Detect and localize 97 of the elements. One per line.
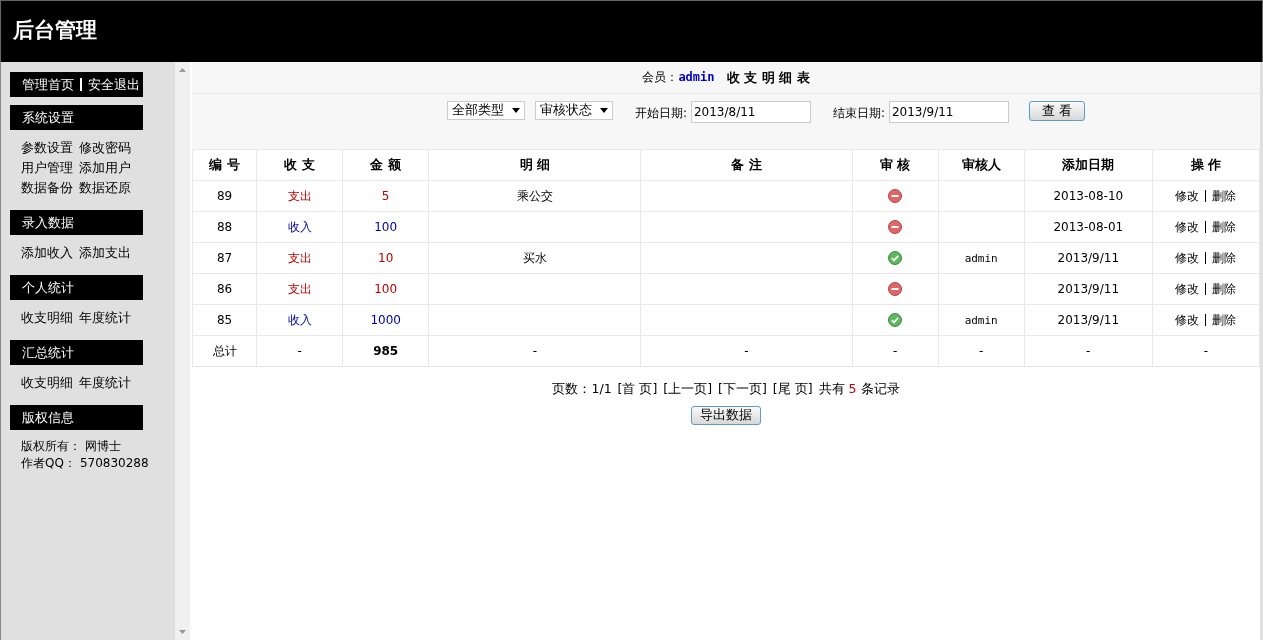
sidebar-link[interactable]: 添加收入 bbox=[21, 243, 73, 263]
table-cell: 支出 bbox=[256, 273, 343, 305]
delete-link[interactable]: 删除 bbox=[1212, 188, 1237, 203]
column-header: 备 注 bbox=[640, 149, 853, 181]
column-header: 金 额 bbox=[342, 149, 429, 181]
edit-link[interactable]: 修改 bbox=[1175, 312, 1200, 327]
view-button[interactable]: 查 看 bbox=[1028, 101, 1086, 121]
sidebar-link[interactable]: 参数设置 bbox=[21, 138, 73, 158]
scroll-down-icon[interactable] bbox=[179, 630, 187, 634]
table-cell: 100 bbox=[342, 273, 429, 305]
sidebar-link[interactable]: 数据还原 bbox=[79, 178, 131, 198]
sidebar-link[interactable]: 数据备份 bbox=[21, 178, 73, 198]
table-cell: - bbox=[1024, 335, 1153, 367]
info-label: 版权所有： bbox=[21, 438, 81, 455]
column-header: 审 核 bbox=[852, 149, 939, 181]
table-cell: 100 bbox=[342, 211, 429, 243]
table-cell: 2013/9/11 bbox=[1024, 242, 1153, 274]
pager-link[interactable]: [下一页] bbox=[718, 381, 767, 398]
sidebar-link[interactable]: 安全退出 bbox=[88, 75, 140, 94]
table-cell: admin bbox=[938, 242, 1025, 274]
edit-link[interactable]: 修改 bbox=[1175, 250, 1200, 265]
member-name: admin bbox=[678, 70, 715, 84]
column-header: 明 细 bbox=[428, 149, 641, 181]
scroll-up-icon[interactable] bbox=[179, 68, 187, 72]
sidebar-link[interactable]: 管理首页 bbox=[22, 75, 74, 94]
table-cell: 2013/9/11 bbox=[1024, 273, 1153, 305]
info-value: 570830288 bbox=[79, 455, 149, 472]
table-cell: - bbox=[428, 335, 641, 367]
column-header: 收 支 bbox=[256, 149, 343, 181]
column-header: 操 作 bbox=[1152, 149, 1260, 181]
record-count: 共有 5 条记录 bbox=[818, 381, 900, 398]
sidebar-link[interactable]: 添加用户 bbox=[79, 158, 131, 178]
edit-link[interactable]: 修改 bbox=[1175, 219, 1200, 234]
pager-link[interactable]: [上一页] bbox=[663, 381, 713, 398]
table-cell: 85 bbox=[192, 304, 257, 336]
sidebar-link[interactable]: 添加支出 bbox=[79, 243, 131, 263]
caret-icon bbox=[511, 108, 520, 113]
pager-link[interactable]: [首 页] bbox=[617, 381, 658, 398]
table-cell: 87 bbox=[192, 242, 257, 274]
table-cell: 86 bbox=[192, 273, 257, 305]
page-info: 页数：1/1 bbox=[552, 381, 612, 398]
export-button[interactable]: 导出数据 bbox=[691, 406, 761, 425]
table-cell: 89 bbox=[192, 180, 257, 212]
delete-link[interactable]: 删除 bbox=[1212, 281, 1237, 296]
table-cell: 1000 bbox=[342, 304, 429, 336]
section-header: 汇总统计 bbox=[10, 340, 143, 365]
sidebar-link[interactable]: 年度统计 bbox=[79, 373, 131, 393]
field-label: 结束日期: bbox=[832, 105, 885, 122]
table-cell: 收入 bbox=[256, 211, 343, 243]
table-cell: admin bbox=[938, 304, 1025, 336]
start-date-field[interactable]: 2013/8/11 bbox=[690, 101, 811, 123]
table-cell: 乘公交 bbox=[428, 180, 641, 212]
member-label: 会员： bbox=[642, 70, 679, 84]
pager-link[interactable]: [尾 页] bbox=[772, 381, 813, 398]
info-label: 作者QQ： bbox=[21, 455, 76, 472]
report-title: 收 支 明 细 表 bbox=[726, 68, 810, 87]
delete-link[interactable]: 删除 bbox=[1212, 219, 1237, 234]
delete-link[interactable]: 删除 bbox=[1212, 250, 1237, 265]
table-cell: 88 bbox=[192, 211, 257, 243]
column-header: 添加日期 bbox=[1024, 149, 1153, 181]
column-header: 审核人 bbox=[938, 149, 1025, 181]
edit-link[interactable]: 修改 bbox=[1175, 188, 1200, 203]
table-cell: 5 bbox=[342, 180, 429, 212]
sidebar-link[interactable]: 修改密码 bbox=[79, 138, 131, 158]
table-cell: 支出 bbox=[256, 242, 343, 274]
sidebar-link[interactable]: 收支明细 bbox=[21, 373, 73, 393]
section-header: 个人统计 bbox=[10, 275, 143, 300]
table-cell: 2013-08-01 bbox=[1024, 211, 1153, 243]
section-header: 录入数据 bbox=[10, 210, 143, 235]
section-header: 系统设置 bbox=[10, 105, 143, 130]
table-cell: 2013-08-10 bbox=[1024, 180, 1153, 212]
table-cell: 10 bbox=[342, 242, 429, 274]
table-cell: 收入 bbox=[256, 304, 343, 336]
end-date-field[interactable]: 2013/9/11 bbox=[888, 101, 1009, 123]
table-cell: - bbox=[938, 335, 1025, 367]
info-value: 网博士 bbox=[85, 438, 121, 455]
table-cell: - bbox=[256, 335, 343, 367]
table-cell: - bbox=[640, 335, 853, 367]
section-header: 版权信息 bbox=[10, 405, 143, 430]
sidebar-link[interactable]: 年度统计 bbox=[79, 308, 131, 328]
table-cell: - bbox=[852, 335, 939, 367]
table-cell: 买水 bbox=[428, 242, 641, 274]
column-header: 编 号 bbox=[192, 149, 257, 181]
table-cell: 985 bbox=[342, 335, 429, 367]
table-cell: 总计 bbox=[192, 335, 257, 367]
status-dropdown[interactable]: 审核状态 bbox=[534, 101, 613, 120]
delete-link[interactable]: 删除 bbox=[1212, 312, 1237, 327]
app-title: 后台管理 bbox=[13, 17, 97, 44]
sidebar-link[interactable]: 收支明细 bbox=[21, 308, 73, 328]
field-label: 开始日期: bbox=[634, 105, 687, 122]
sidebar-link[interactable]: 用户管理 bbox=[21, 158, 73, 178]
type-dropdown[interactable]: 全部类型 bbox=[446, 101, 525, 120]
table-cell: 2013/9/11 bbox=[1024, 304, 1153, 336]
edit-link[interactable]: 修改 bbox=[1175, 281, 1200, 296]
table-cell: 支出 bbox=[256, 180, 343, 212]
caret-icon bbox=[599, 108, 608, 113]
table-cell: - bbox=[1152, 335, 1260, 367]
